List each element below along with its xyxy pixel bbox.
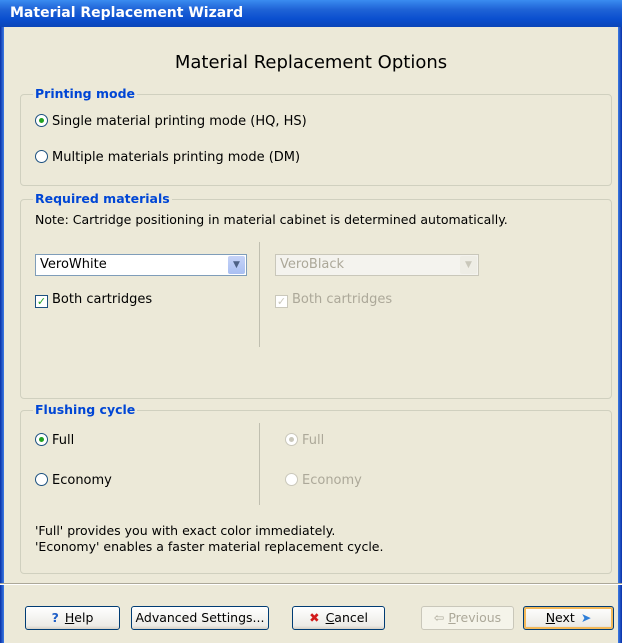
page-title: Material Replacement Options	[174, 52, 448, 73]
arrow-right-icon: ➤	[580, 610, 592, 625]
right-economy-label: Economy	[302, 473, 362, 488]
printing-mode-group: Printing mode Single material printing m…	[20, 86, 612, 186]
help-icon: ?	[51, 610, 59, 625]
right-full-label: Full	[302, 433, 325, 448]
multiple-materials-label: Multiple materials printing mode (DM)	[52, 150, 301, 165]
radio-unselected-icon[interactable]	[35, 473, 48, 486]
right-both-cartridges-label: Both cartridges	[292, 292, 393, 307]
cancel-label-mnemonic: C	[325, 610, 335, 625]
left-full-label: Full	[52, 433, 75, 448]
help-button[interactable]: ? Help	[25, 606, 120, 630]
radio-selected-icon[interactable]	[35, 114, 48, 127]
right-economy-radio[interactable]: Economy	[285, 473, 362, 488]
flushing-info-full: 'Full' provides you with exact color imm…	[35, 523, 336, 538]
next-label: ext	[555, 610, 575, 625]
right-material-select[interactable]: VeroBlack ▼	[275, 254, 479, 276]
printing-mode-title: Printing mode	[33, 86, 138, 101]
right-both-cartridges-checkbox[interactable]: ✓ Both cartridges	[275, 292, 392, 308]
radio-selected-icon[interactable]	[35, 433, 48, 446]
help-label-mnemonic: H	[64, 610, 75, 625]
next-button[interactable]: Next ➤	[523, 606, 614, 630]
radio-unselected-icon[interactable]	[35, 150, 48, 163]
advanced-settings-label: Advanced Settings...	[135, 610, 265, 625]
radio-unselected-disabled-icon[interactable]	[285, 473, 298, 486]
left-both-cartridges-label: Both cartridges	[52, 292, 153, 307]
window-frame-left	[0, 27, 4, 643]
cartridge-note: Note: Cartridge positioning in material …	[35, 212, 508, 227]
previous-button[interactable]: ⇦ Previous	[421, 606, 514, 630]
checkbox-checked-disabled-icon[interactable]: ✓	[275, 295, 288, 308]
flushing-info-economy: 'Economy' enables a faster material repl…	[35, 539, 384, 554]
right-full-radio[interactable]: Full	[285, 433, 324, 448]
cancel-label: ancel	[334, 610, 368, 625]
previous-label: revious	[455, 610, 502, 625]
next-label-mnemonic: N	[545, 610, 556, 625]
materials-divider	[259, 242, 260, 347]
footer-separator-highlight	[0, 584, 622, 585]
left-full-radio[interactable]: Full	[35, 433, 74, 448]
cancel-button[interactable]: ✖ Cancel	[292, 606, 385, 630]
left-material-select[interactable]: VeroWhite ▼	[35, 254, 247, 276]
required-materials-title: Required materials	[33, 191, 172, 206]
single-material-label: Single material printing mode (HQ, HS)	[52, 114, 307, 129]
single-material-radio[interactable]: Single material printing mode (HQ, HS)	[35, 114, 307, 129]
right-material-value: VeroBlack	[280, 257, 345, 272]
close-icon: ✖	[309, 610, 320, 625]
previous-label-mnemonic: P	[448, 610, 456, 625]
flushing-cycle-title: Flushing cycle	[33, 402, 138, 417]
left-economy-radio[interactable]: Economy	[35, 473, 112, 488]
help-label: elp	[74, 610, 94, 625]
flushing-cycle-group: Flushing cycle Full Economy Full Economy…	[20, 402, 612, 574]
flushing-divider	[259, 423, 260, 505]
multiple-materials-radio[interactable]: Multiple materials printing mode (DM)	[35, 150, 300, 165]
window-frame-right	[618, 27, 622, 643]
radio-selected-disabled-icon[interactable]	[285, 433, 298, 446]
left-both-cartridges-checkbox[interactable]: ✓ Both cartridges	[35, 292, 152, 308]
left-economy-label: Economy	[52, 473, 112, 488]
advanced-settings-button[interactable]: Advanced Settings...	[131, 606, 269, 630]
chevron-down-icon[interactable]: ▼	[460, 256, 477, 274]
wizard-window: Material Replacement Wizard Material Rep…	[0, 0, 622, 643]
window-title: Material Replacement Wizard	[0, 0, 622, 27]
arrow-left-icon: ⇦	[433, 610, 445, 625]
checkbox-checked-icon[interactable]: ✓	[35, 295, 48, 308]
left-material-value: VeroWhite	[40, 257, 107, 272]
chevron-down-icon[interactable]: ▼	[228, 256, 245, 274]
required-materials-group: Required materials Note: Cartridge posit…	[20, 191, 612, 399]
